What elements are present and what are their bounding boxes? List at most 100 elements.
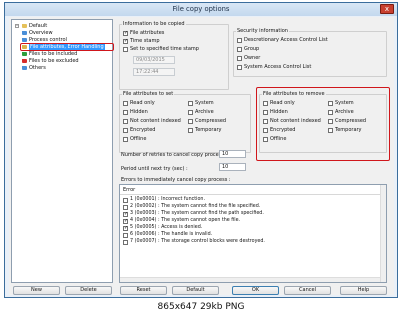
checkbox-box <box>123 118 128 124</box>
checkbox-box <box>123 232 128 238</box>
errors-label: Errors to immediately cancel copy proces… <box>121 177 231 183</box>
security-checkbox-label: System Access Control List <box>244 64 312 70</box>
checkbox-box <box>237 64 242 70</box>
window-title: File copy options <box>172 5 230 13</box>
tree-item[interactable]: Files to be excluded <box>29 58 79 64</box>
tree-root-default[interactable]: Default <box>29 23 47 29</box>
highlight-annotation <box>256 87 390 161</box>
checkbox-box: ✓ <box>123 37 129 44</box>
checkbox-box <box>123 239 128 245</box>
checkbox-box <box>123 204 128 210</box>
attribute-checkbox-label: Read only <box>130 100 155 106</box>
tree-item[interactable]: File attributes, Error Handling <box>29 44 105 50</box>
tree-item[interactable]: Files to be included <box>29 51 77 57</box>
tree-item-icon <box>22 31 27 35</box>
tree-collapse-toggle[interactable]: – <box>15 24 19 28</box>
checkbox-box <box>188 100 193 106</box>
checkbox-box <box>123 109 128 115</box>
retries-label: Number of retries to cancel copy process… <box>121 152 228 158</box>
security-group: Security information Descretionary Acces… <box>233 28 387 77</box>
error-row[interactable]: 2 (0x0002) : The system cannot find the … <box>123 204 260 210</box>
error-row-text: 5 (0x0005) : Access is denied. <box>130 225 203 230</box>
attrs-set-group: File attributes to set Read only Hidden No… <box>119 91 251 153</box>
delete-button[interactable]: Delete <box>65 286 112 295</box>
tree-item-icon <box>22 59 27 63</box>
time-picker[interactable]: 17:22:44 <box>133 68 175 76</box>
new-button[interactable]: New <box>13 286 60 295</box>
error-row[interactable]: 7 (0x0007) : The storage control blocks … <box>123 239 265 245</box>
checkbox-box <box>123 127 128 133</box>
tree-item-icon <box>22 38 27 42</box>
folder-icon <box>22 24 27 28</box>
attrs-set-title: File attributes to set <box>122 91 175 97</box>
period-input[interactable]: 10 <box>219 163 246 171</box>
set-time-stamp-checkbox[interactable]: Set to specified time stamp <box>123 46 199 52</box>
security-checkbox-label: Group <box>244 46 260 52</box>
attribute-checkbox[interactable]: Encrypted <box>123 127 155 133</box>
error-row[interactable]: ✓ 3 (0x0003) : The system cannot find the… <box>123 211 264 217</box>
attribute-checkbox[interactable]: Temporary <box>188 127 222 133</box>
retries-input[interactable]: 10 <box>219 150 246 158</box>
attribute-checkbox[interactable]: System <box>188 100 214 106</box>
close-button[interactable]: x <box>380 4 394 14</box>
set-time-stamp-label: Set to specified time stamp <box>130 46 199 52</box>
error-row-text: 3 (0x0003) : The system cannot find the … <box>130 211 264 216</box>
reset-button[interactable]: Reset <box>120 286 167 295</box>
checkbox-box <box>123 46 128 52</box>
security-checkbox[interactable]: Descretionary Access Control List <box>237 37 328 43</box>
options-tree: – Default Overview Process control File at… <box>11 19 114 283</box>
error-row-text: 7 (0x0007) : The storage control blocks … <box>130 239 265 244</box>
checkbox-box <box>237 46 242 52</box>
info-copied-title: Information to be copied <box>122 21 186 27</box>
time-stamp-label: Time stamp <box>130 38 160 44</box>
error-row[interactable]: ✓ 5 (0x0005) : Access is denied. <box>123 225 202 231</box>
checkbox-box <box>188 118 193 124</box>
tree-item[interactable]: Others <box>29 65 46 71</box>
errors-list: Error 1 (0x0001) : Incorrect function. 2 … <box>119 184 387 283</box>
error-row-text: 6 (0x0006) : The handle is invalid. <box>130 232 213 237</box>
vertical-scrollbar[interactable] <box>380 185 386 282</box>
attribute-checkbox-label: Offline <box>130 136 147 142</box>
date-picker[interactable]: 09/03/2015 <box>133 56 175 64</box>
error-row-text: 2 (0x0002) : The system cannot find the … <box>130 204 261 209</box>
security-checkbox[interactable]: Group <box>237 46 259 52</box>
attribute-checkbox-label: Not content indexed <box>130 118 181 124</box>
attribute-checkbox-label: Encrypted <box>130 127 156 133</box>
horizontal-scrollbar[interactable] <box>120 277 380 282</box>
time-stamp-checkbox[interactable]: ✓ Time stamp <box>123 38 160 44</box>
attribute-checkbox[interactable]: Compressed <box>188 118 226 124</box>
attribute-checkbox[interactable]: Offline <box>123 136 146 142</box>
attribute-checkbox[interactable]: Not content indexed <box>123 118 181 124</box>
attribute-checkbox-label: System <box>195 100 214 106</box>
tree-item[interactable]: Overview <box>29 30 53 36</box>
security-checkbox-label: Descretionary Access Control List <box>244 37 328 43</box>
security-title: Security information <box>236 28 289 34</box>
cancel-button[interactable]: Cancel <box>284 286 331 295</box>
image-caption: 865x647 29kb PNG <box>0 299 402 316</box>
checkbox-box: ✓ <box>123 210 129 217</box>
attribute-checkbox-label: Archive <box>195 109 214 115</box>
title-bar: File copy options x <box>5 3 397 16</box>
default-button[interactable]: Default <box>172 286 219 295</box>
checkbox-box: ✓ <box>123 217 129 224</box>
security-checkbox-label: Owner <box>244 55 261 61</box>
checkbox-box <box>237 55 242 61</box>
file-attributes-checkbox[interactable]: ✓ File attributes <box>123 30 164 36</box>
error-row-text: 1 (0x0001) : Incorrect function. <box>130 197 205 202</box>
checkbox-box: ✓ <box>123 29 129 36</box>
security-checkbox[interactable]: Owner <box>237 55 260 61</box>
attribute-checkbox[interactable]: Hidden <box>123 109 148 115</box>
attribute-checkbox[interactable]: Archive <box>188 109 214 115</box>
error-row-text: 4 (0x0004) : The system cannot open the … <box>130 218 241 223</box>
ok-button[interactable]: OK <box>232 286 279 295</box>
errors-list-header: Error <box>123 187 136 193</box>
help-button[interactable]: Help <box>340 286 387 295</box>
security-checkbox[interactable]: System Access Control List <box>237 64 311 70</box>
attribute-checkbox[interactable]: Read only <box>123 100 155 106</box>
period-label: Period until next try (sec) : <box>121 166 188 172</box>
checkbox-box <box>123 100 128 106</box>
error-row[interactable]: 6 (0x0006) : The handle is invalid. <box>123 232 212 238</box>
error-row[interactable]: ✓ 4 (0x0004) : The system cannot open the… <box>123 218 240 224</box>
error-row[interactable]: 1 (0x0001) : Incorrect function. <box>123 197 205 203</box>
dialog-client: – Default Overview Process control File at… <box>9 17 394 295</box>
